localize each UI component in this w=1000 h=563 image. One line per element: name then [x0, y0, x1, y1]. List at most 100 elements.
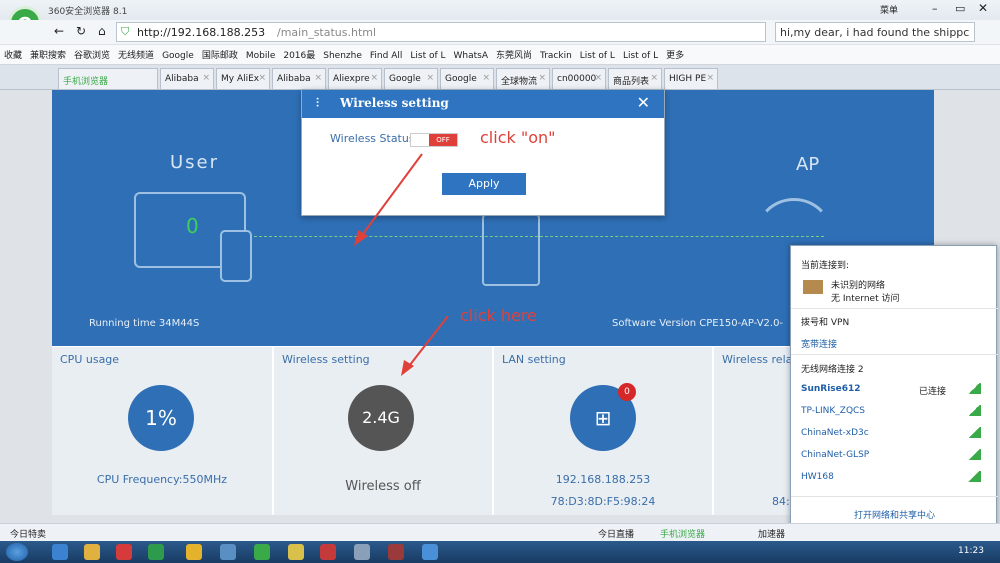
start-button-icon[interactable] — [6, 543, 28, 561]
user-count: 0 — [186, 214, 199, 238]
wireless-title: Wireless setting — [282, 353, 370, 366]
360-browser-icon[interactable] — [254, 544, 270, 560]
tab-close-icon[interactable]: × — [594, 73, 602, 83]
ie-icon[interactable] — [52, 544, 68, 560]
close-icon[interactable]: ✕ — [637, 93, 650, 112]
broadband-connection[interactable]: 宽带连接 — [801, 337, 837, 350]
tab-item[interactable]: Google × — [440, 68, 494, 89]
bookmarks-bar: 收藏 兼职搜索 谷歌浏览 无线频道 Google 国际邮政 Mobile 2016最 Shenz… — [0, 45, 1000, 65]
wireless-band-button[interactable]: 2.4G — [348, 385, 414, 451]
tab-close-icon[interactable]: × — [650, 73, 658, 83]
annotation-click-on: click "on" — [480, 128, 556, 147]
chrome-icon[interactable] — [186, 544, 202, 560]
tab-item[interactable]: Alibaba × — [160, 68, 214, 89]
excel-icon[interactable] — [148, 544, 164, 560]
bookmark-item[interactable]: 东莞风尚 — [492, 45, 536, 64]
wireless-panel[interactable]: Wireless setting 2.4G Wireless off — [274, 347, 492, 515]
notes-icon[interactable] — [288, 544, 304, 560]
relay-title: Wireless relay — [722, 353, 799, 366]
app-gray-icon[interactable] — [354, 544, 370, 560]
tab-item[interactable]: cn00000 × — [552, 68, 606, 89]
bookmark-item[interactable]: 国际邮政 — [198, 45, 242, 64]
bookmark-item[interactable]: Shenzhe — [319, 48, 366, 64]
tab-item[interactable]: Alibaba × — [272, 68, 326, 89]
folder-icon[interactable] — [84, 544, 100, 560]
tab-item[interactable]: 商品列表 × — [608, 68, 662, 89]
router-device-icon — [482, 214, 540, 286]
bookmark-item[interactable]: Google — [158, 48, 198, 64]
bookmark-item[interactable]: List of L — [406, 48, 449, 64]
bookmark-item[interactable]: Trackin — [536, 48, 576, 64]
tab-close-icon[interactable]: × — [370, 73, 378, 83]
wireless-status-toggle[interactable]: OFF — [410, 133, 458, 147]
tab-close-icon[interactable]: × — [258, 73, 266, 83]
home-icon[interactable]: ⌂ — [98, 24, 106, 38]
minimize-button[interactable]: – — [932, 2, 938, 15]
network-bench-icon — [803, 280, 823, 294]
tab-label: Alibaba — [165, 74, 199, 84]
apply-button[interactable]: Apply — [442, 173, 526, 195]
app-dark-icon[interactable] — [388, 544, 404, 560]
tab-close-icon[interactable]: × — [482, 73, 490, 83]
menu-button[interactable]: 菜单 — [880, 3, 898, 16]
accelerator-link[interactable]: 加速器 — [758, 527, 785, 540]
live-link[interactable]: 今日直播 — [598, 527, 634, 540]
wifi-network-status: 已连接 — [919, 387, 947, 397]
app-blue-icon[interactable] — [220, 544, 236, 560]
tab-close-icon[interactable]: × — [314, 73, 322, 83]
bookmark-item[interactable]: List of L — [619, 48, 662, 64]
tab-close-icon[interactable]: × — [706, 73, 714, 83]
wifi-network-name[interactable]: SunRise612 — [801, 384, 861, 394]
search-value: hi,my dear, i had found the shippc — [780, 26, 970, 39]
bookmark-item[interactable]: 更多 — [662, 45, 688, 64]
app-globe-icon[interactable] — [422, 544, 438, 560]
wifi-network-name[interactable]: ChinaNet-xD3c — [801, 428, 869, 438]
bookmark-item[interactable]: Mobile — [242, 48, 280, 64]
refresh-icon[interactable]: ↻ — [76, 24, 86, 38]
network-popup: 当前连接到: 未识别的网络 无 Internet 访问 拨号和 VPN 宽带连接… — [790, 245, 998, 529]
bookmark-item[interactable]: Find All — [366, 48, 406, 64]
bookmark-item[interactable]: 谷歌浏览 — [70, 45, 114, 64]
close-window-button[interactable]: ✕ — [978, 1, 988, 15]
network-center-link[interactable]: 打开网络和共享中心 — [791, 508, 998, 521]
dialog-title: Wireless setting — [340, 96, 449, 110]
cpu-usage-value: 1% — [128, 385, 194, 451]
search-input[interactable]: hi,my dear, i had found the shippc — [775, 22, 975, 42]
wifi-network-name[interactable]: HW168 — [801, 472, 834, 482]
address-bar[interactable]: ⛉ http://192.168.188.253/main_status.htm… — [116, 22, 766, 42]
mobile-browser-link[interactable]: 手机浏览器 — [660, 527, 705, 540]
tab-label: Google — [445, 74, 477, 84]
annotation-click-here: click here — [460, 306, 537, 325]
tab-label: 商品列表 — [613, 77, 650, 87]
bookmark-item[interactable]: List of L — [576, 48, 619, 64]
signal-strength-icon — [967, 449, 981, 460]
bookmark-item[interactable]: 收藏 — [0, 45, 26, 64]
tab-item[interactable]: Google × — [384, 68, 438, 89]
bookmark-item[interactable]: WhatsA — [450, 48, 493, 64]
url-host: http://192.168.188.253 — [137, 26, 266, 39]
tab-label: Alibaba — [277, 74, 311, 84]
tab-item[interactable]: My AliEx × — [216, 68, 270, 89]
bookmark-item[interactable]: 无线频道 — [114, 45, 158, 64]
back-icon[interactable]: ← — [54, 24, 64, 38]
tab-item[interactable]: 手机浏览器 — [58, 68, 158, 89]
wifi-network-name[interactable]: ChinaNet-GLSP — [801, 450, 869, 460]
maximize-button[interactable]: ▭ — [955, 2, 965, 15]
app-red-icon[interactable] — [116, 544, 132, 560]
app-red2-icon[interactable] — [320, 544, 336, 560]
lan-badge: 0 — [618, 383, 636, 401]
bookmark-item[interactable]: 兼职搜索 — [26, 45, 70, 64]
tab-close-icon[interactable]: × — [426, 73, 434, 83]
bookmark-item[interactable]: 2016最 — [279, 45, 319, 64]
lan-panel[interactable]: LAN setting ⊞ 0 192.168.188.253 78:D3:8D… — [494, 347, 712, 515]
tab-close-icon[interactable]: × — [202, 73, 210, 83]
clock: 11:23 — [958, 546, 984, 556]
tab-item[interactable]: 全球物流 × — [496, 68, 550, 89]
annotation-arrow-on — [354, 153, 423, 246]
tab-item[interactable]: HIGH PE × — [664, 68, 718, 89]
wifi-network-name[interactable]: TP-LINK_ZQCS — [801, 406, 865, 416]
tab-label: Google — [389, 74, 421, 84]
tab-item[interactable]: Aliexpre × — [328, 68, 382, 89]
daily-deals[interactable]: 今日特卖 — [10, 527, 46, 540]
tab-close-icon[interactable]: × — [538, 73, 546, 83]
